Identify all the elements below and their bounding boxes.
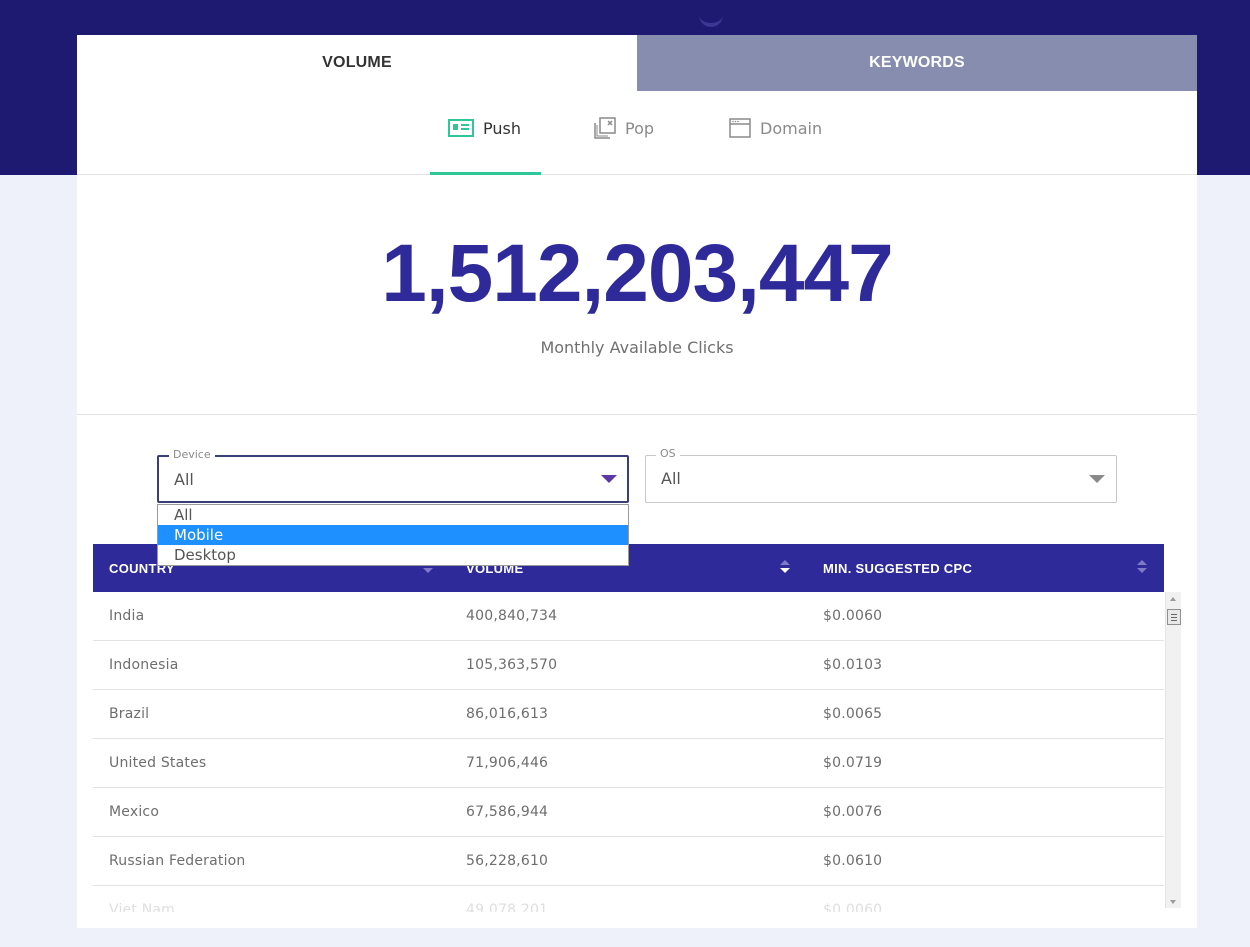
tab-push-label: Push — [483, 118, 521, 138]
caret-down-icon — [1089, 475, 1105, 483]
scroll-down-arrow-icon[interactable] — [1170, 900, 1176, 904]
cell-cpc: $0.0065 — [823, 706, 883, 722]
os-select-value: All — [661, 469, 681, 488]
cell-country: Mexico — [109, 804, 160, 820]
cell-cpc: $0.0060 — [823, 902, 883, 912]
cell-cpc: $0.0060 — [823, 608, 883, 624]
tab-pop-label: Pop — [625, 118, 655, 138]
tab-domain[interactable]: Domain — [729, 91, 822, 175]
cell-cpc: $0.0076 — [823, 804, 883, 820]
cell-volume: 71,906,446 — [466, 755, 549, 771]
column-header-min-cpc[interactable]: MIN. SUGGESTED CPC — [823, 544, 972, 592]
cell-country: Indonesia — [109, 657, 179, 673]
table-row: United States 71,906,446 $0.0719 — [93, 739, 1164, 788]
cell-volume: 67,586,944 — [466, 804, 549, 820]
browser-window-icon — [729, 118, 751, 138]
table-scrollbar[interactable] — [1165, 592, 1181, 908]
os-select-label: OS — [656, 447, 680, 461]
table-row: Brazil 86,016,613 $0.0065 — [93, 690, 1164, 739]
traffic-type-tabs: Push Pop Domain — [77, 91, 1197, 175]
device-option-mobile[interactable]: Mobile — [158, 525, 628, 545]
cell-volume: 49,078,201 — [466, 902, 549, 912]
os-select[interactable]: OS All — [645, 447, 1117, 503]
loading-spinner-icon — [699, 7, 723, 27]
cell-volume: 56,228,610 — [466, 853, 549, 869]
table-row: India 400,840,734 $0.0060 — [93, 592, 1164, 641]
tab-keywords[interactable]: KEYWORDS — [637, 35, 1197, 91]
table-row: Mexico 67,586,944 $0.0076 — [93, 788, 1164, 837]
device-select-value: All — [174, 470, 194, 489]
table-body: India 400,840,734 $0.0060 Indonesia 105,… — [93, 592, 1164, 912]
cell-country: India — [109, 608, 145, 624]
cell-country: Viet Nam — [109, 902, 176, 912]
caret-down-icon — [601, 475, 617, 483]
cell-country: Russian Federation — [109, 853, 246, 869]
main-tabs: VOLUME KEYWORDS — [77, 35, 1197, 91]
pop-window-icon — [594, 117, 616, 139]
volume-card: VOLUME KEYWORDS Push Pop Domain 1,512,20… — [77, 35, 1197, 928]
table-row: Indonesia 105,363,570 $0.0103 — [93, 641, 1164, 690]
device-select-label: Device — [169, 448, 215, 462]
device-option-all[interactable]: All — [158, 505, 628, 525]
push-card-icon — [448, 119, 474, 137]
cell-cpc: $0.0103 — [823, 657, 883, 673]
table-row: Russian Federation 56,228,610 $0.0610 — [93, 837, 1164, 886]
cell-cpc: $0.0610 — [823, 853, 883, 869]
tab-volume[interactable]: VOLUME — [77, 35, 637, 91]
monthly-clicks-caption: Monthly Available Clicks — [540, 338, 734, 357]
cell-country: United States — [109, 755, 207, 771]
scrollbar-thumb[interactable] — [1167, 609, 1181, 625]
table-row: Viet Nam 49,078,201 $0.0060 — [93, 886, 1164, 912]
scroll-up-arrow-icon[interactable] — [1170, 597, 1176, 601]
device-option-desktop[interactable]: Desktop — [158, 545, 628, 565]
monthly-clicks-value: 1,512,203,447 — [381, 228, 893, 319]
cell-volume: 105,363,570 — [466, 657, 558, 673]
sort-arrows-icon[interactable] — [1136, 560, 1148, 576]
device-options-list: All Mobile Desktop — [157, 504, 629, 566]
cell-volume: 400,840,734 — [466, 608, 558, 624]
section-divider — [77, 414, 1197, 415]
cell-cpc: $0.0719 — [823, 755, 883, 771]
device-select[interactable]: Device All — [157, 448, 629, 503]
tab-push[interactable]: Push — [430, 91, 541, 175]
cell-country: Brazil — [109, 706, 150, 722]
tab-pop[interactable]: Pop — [594, 91, 654, 175]
sort-arrows-icon[interactable] — [779, 560, 791, 576]
tab-domain-label: Domain — [760, 118, 823, 138]
cell-volume: 86,016,613 — [466, 706, 549, 722]
